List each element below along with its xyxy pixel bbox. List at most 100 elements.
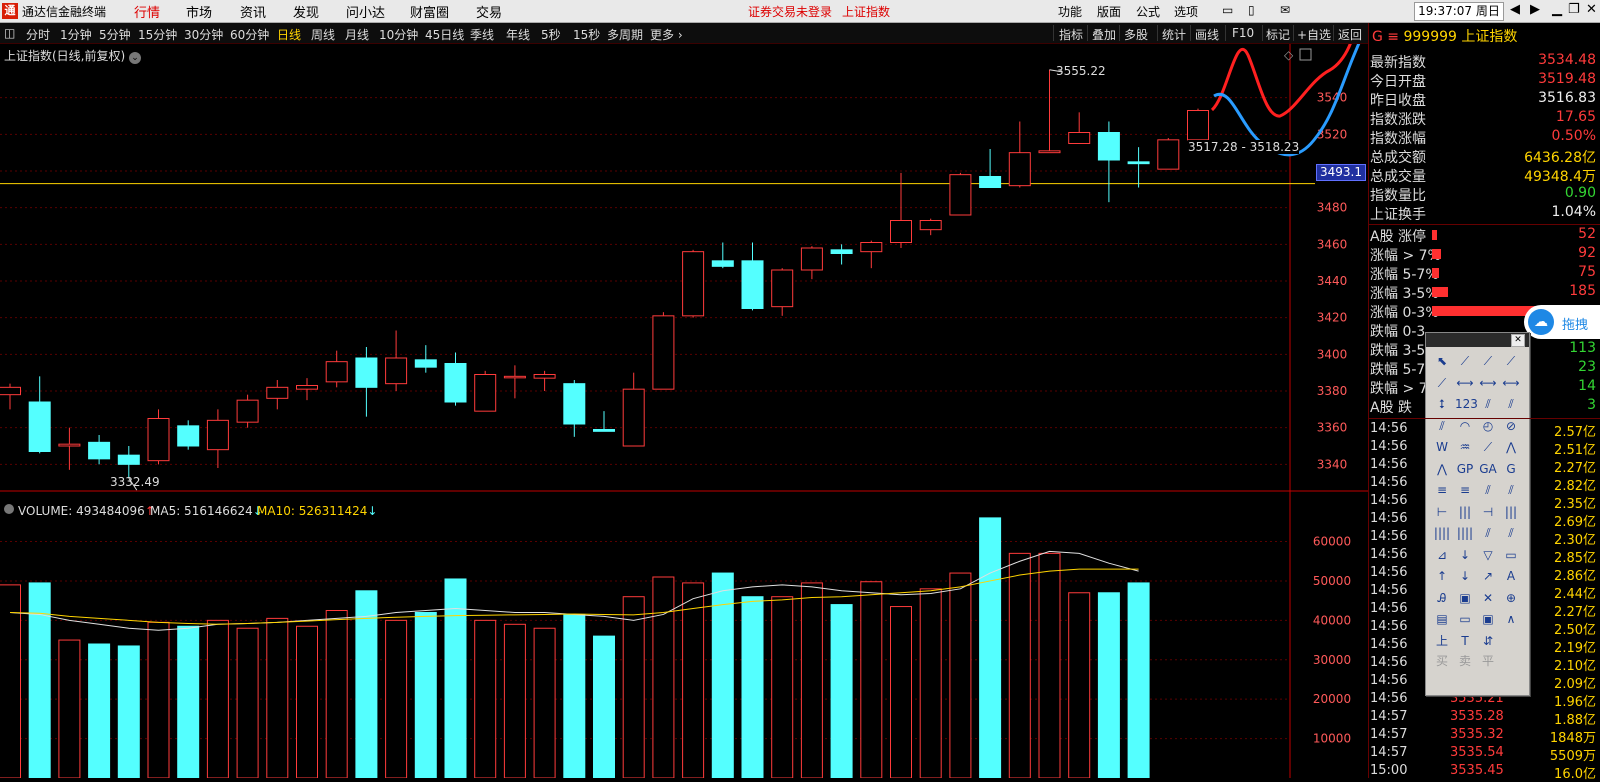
drawing-tool-icon[interactable]: GA — [1478, 459, 1498, 479]
minimize-icon[interactable]: ▁ — [1552, 2, 1562, 17]
drawing-tool-icon[interactable]: ▭ — [1501, 545, 1521, 565]
drawing-tool-icon[interactable]: ⟋ — [1478, 437, 1498, 457]
screen-icon[interactable]: ▭ — [1222, 3, 1233, 17]
drawing-tool-icon[interactable]: ↑ — [1432, 566, 1452, 586]
menu-item-news[interactable]: 资讯 — [240, 2, 266, 21]
tool-overlay[interactable]: 叠加 — [1092, 26, 1116, 43]
tool-layout[interactable]: 版面 — [1097, 3, 1121, 20]
drawing-tool-icon[interactable]: ≡ — [1455, 480, 1475, 500]
drawing-tool-icon[interactable]: ||| — [1501, 502, 1521, 522]
drawing-tool-icon[interactable]: ⫽ — [1478, 523, 1498, 543]
drawing-tool-icon[interactable]: ⊿ — [1432, 545, 1452, 565]
drawing-tool-icon[interactable]: ⫽ — [1501, 480, 1521, 500]
maximize-icon[interactable]: ❐ — [1568, 2, 1580, 17]
drawing-tool-icon[interactable]: ⟋ — [1478, 351, 1498, 371]
period-tab-active[interactable]: 日线 — [277, 26, 301, 43]
drawing-tool-icon[interactable]: ⋀ — [1501, 437, 1521, 457]
period-tab[interactable]: 60分钟 — [230, 26, 269, 43]
drawing-tool-icon[interactable]: ≡ — [1432, 480, 1452, 500]
drawing-tool-icon[interactable]: ⭥ — [1432, 394, 1452, 414]
period-tab[interactable]: 季线 — [470, 26, 494, 43]
tool-indicator[interactable]: 指标 — [1059, 26, 1083, 43]
login-notice[interactable]: 证券交易未登录 — [748, 3, 832, 20]
forward-icon[interactable]: ▶ — [1530, 2, 1540, 17]
tool-function[interactable]: 功能 — [1058, 3, 1082, 20]
period-tab-more[interactable]: 更多 › — [650, 26, 683, 43]
tool-back[interactable]: 返回 — [1338, 26, 1362, 43]
menu-item-market[interactable]: 市场 — [186, 2, 212, 21]
period-tab[interactable]: 1分钟 — [60, 26, 92, 43]
drawing-tool-icon[interactable]: ⟋ — [1455, 351, 1475, 371]
drawing-tool-icon[interactable]: |||| — [1455, 523, 1475, 543]
drawing-tool-icon[interactable]: ⟋ — [1501, 351, 1521, 371]
close-icon[interactable]: ✕ — [1586, 2, 1597, 17]
drawing-tool-icon[interactable]: ♒ — [1455, 437, 1475, 457]
drawing-tool-icon[interactable]: ∧ — [1501, 609, 1521, 629]
menu-item-trade[interactable]: 交易 — [476, 2, 502, 21]
mail-icon[interactable]: ✉ — [1280, 3, 1290, 17]
drawing-tool-icon[interactable]: ⟷ — [1455, 373, 1475, 393]
tool-mark[interactable]: 标记 — [1266, 26, 1290, 43]
period-tab[interactable]: 多周期 — [607, 26, 643, 43]
drawing-tool-icon[interactable]: ⫽ — [1501, 523, 1521, 543]
period-tab[interactable]: 10分钟 — [379, 26, 418, 43]
tool-options[interactable]: 选项 — [1174, 3, 1198, 20]
drawing-tool-icon[interactable]: ▭ — [1455, 609, 1475, 629]
drawing-tool-icon[interactable]: ⋀ — [1432, 459, 1452, 479]
drawing-tool-icon[interactable]: ⟋ — [1432, 373, 1452, 393]
drawing-tool-icon[interactable]: ||| — [1455, 502, 1475, 522]
drawing-tool-icon[interactable]: ⫽ — [1478, 480, 1498, 500]
drawing-tool-icon[interactable]: |||| — [1432, 523, 1452, 543]
drawing-tool-icon[interactable]: Ꭿ — [1432, 588, 1452, 608]
menu-item-ask[interactable]: 问小达 — [346, 2, 385, 21]
drawing-tool-icon[interactable]: W — [1432, 437, 1452, 457]
panel-toggle-icon[interactable]: ◫ — [4, 26, 15, 40]
drawing-tool-icon[interactable]: ⟷ — [1501, 373, 1521, 393]
period-tab[interactable]: 30分钟 — [184, 26, 223, 43]
menu-item-discover[interactable]: 发现 — [293, 2, 319, 21]
drawing-tool-icon[interactable]: ⇵ — [1478, 631, 1498, 651]
drawing-tool-icon[interactable]: 上 — [1432, 631, 1452, 651]
drawing-tool-icon[interactable]: ↓ — [1455, 545, 1475, 565]
volume-toggle-icon[interactable] — [4, 504, 14, 514]
drawing-tool-icon[interactable]: GP — [1455, 459, 1475, 479]
drawing-tool-icon[interactable]: ⫽ — [1478, 394, 1498, 414]
close-icon[interactable]: ✕ — [1511, 334, 1525, 347]
menu-item-quote[interactable]: 行情 — [134, 2, 160, 21]
drawing-tool-icon[interactable]: ↗ — [1478, 566, 1498, 586]
tool-add-watchlist[interactable]: +自选 — [1297, 26, 1331, 43]
menu-item-wealth[interactable]: 财富圈 — [410, 2, 449, 21]
drawing-tool-icon[interactable]: ▤ — [1432, 609, 1452, 629]
period-tab[interactable]: 月线 — [345, 26, 369, 43]
period-tab[interactable]: 45日线 — [425, 26, 464, 43]
drawing-tool-icon[interactable]: ⫽ — [1501, 394, 1521, 414]
back-icon[interactable]: ◀ — [1510, 2, 1520, 17]
drawing-tool-icon[interactable]: ⊣ — [1478, 502, 1498, 522]
kline-chart[interactable]: 3540352035003480346034403420340033803360… — [0, 44, 1368, 778]
period-tab[interactable]: 周线 — [311, 26, 335, 43]
trade-mark-tool[interactable]: 平 — [1478, 651, 1498, 671]
floating-app-button[interactable]: ☁ 拖拽 — [1524, 305, 1600, 339]
tool-stats[interactable]: 统计 — [1162, 26, 1186, 43]
drawing-tool-icon[interactable]: G — [1501, 459, 1521, 479]
period-tab[interactable]: 年线 — [506, 26, 530, 43]
tool-draw-line[interactable]: 画线 — [1195, 26, 1219, 43]
drawing-tool-icon[interactable]: ⬉ — [1432, 351, 1452, 371]
trade-mark-tool[interactable]: 卖 — [1455, 651, 1475, 671]
drawing-tool-icon[interactable]: A — [1501, 566, 1521, 586]
drawing-tool-icon[interactable]: 123 — [1455, 394, 1478, 414]
trade-mark-tool[interactable]: 买 — [1432, 651, 1452, 671]
period-tab[interactable]: 5分钟 — [99, 26, 131, 43]
phone-icon[interactable]: ▯ — [1248, 3, 1255, 17]
drawing-tool-icon[interactable]: ✕ — [1478, 588, 1498, 608]
tool-formula[interactable]: 公式 — [1136, 3, 1160, 20]
drawing-tool-icon[interactable]: T — [1455, 631, 1475, 651]
tool-multi-stock[interactable]: 多股 — [1124, 26, 1148, 43]
drawing-tool-icon[interactable]: ▽ — [1478, 545, 1498, 565]
drawing-tool-icon[interactable]: ↓ — [1455, 566, 1475, 586]
drawing-tool-icon[interactable]: ⊕ — [1501, 588, 1521, 608]
drawing-tool-icon[interactable]: ▣ — [1455, 588, 1475, 608]
drawing-tool-icon[interactable]: ⟷ — [1478, 373, 1498, 393]
drawing-tool-icon[interactable]: ⊢ — [1432, 502, 1452, 522]
period-tab[interactable]: 15分钟 — [138, 26, 177, 43]
